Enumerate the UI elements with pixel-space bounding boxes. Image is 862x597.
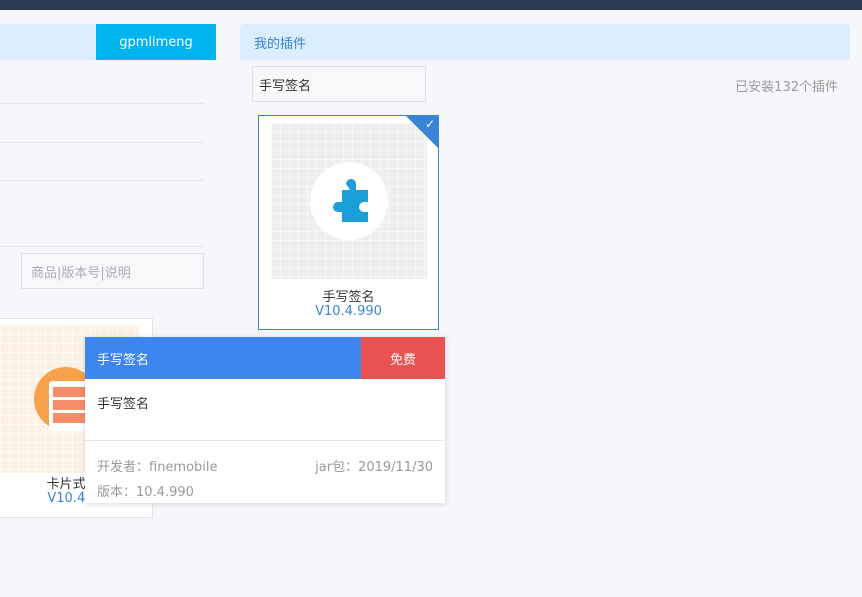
my-plugins-header: 我的插件 xyxy=(240,24,850,60)
plugin-search-input[interactable]: 手写签名 xyxy=(252,66,426,102)
version-info: 版本：10.4.990 xyxy=(97,485,194,500)
jar-date: jar包：2019/11/30 xyxy=(315,460,433,475)
plugin-version: V10.4.990 xyxy=(315,304,382,319)
divider xyxy=(85,440,445,441)
divider xyxy=(0,180,204,181)
plugin-card[interactable]: ✓ 手写签名 V10.4.990 xyxy=(258,115,439,330)
popover-description: 手写签名 xyxy=(97,397,150,412)
user-button[interactable]: gpmlimeng xyxy=(96,24,216,60)
plugin-icon-circle xyxy=(310,162,388,240)
plugin-name: 手写签名 xyxy=(322,290,375,305)
installed-count: 已安装132个插件 xyxy=(735,80,838,95)
plugin-detail-popover: 手写签名 免费 手写签名 开发者：finemobile jar包：2019/11… xyxy=(85,337,445,503)
divider xyxy=(0,246,204,247)
puzzle-icon xyxy=(333,179,368,222)
store-search-input[interactable]: 商品|版本号|说明 xyxy=(21,253,204,289)
plugin-thumbnail xyxy=(271,123,427,279)
popover-title: 手写签名 xyxy=(85,337,361,379)
top-bar xyxy=(0,0,862,10)
price-badge: 免费 xyxy=(361,337,445,379)
developer-info: 开发者：finemobile xyxy=(97,460,218,475)
checkmark-icon: ✓ xyxy=(424,117,435,131)
divider xyxy=(0,142,204,143)
divider xyxy=(0,103,204,104)
